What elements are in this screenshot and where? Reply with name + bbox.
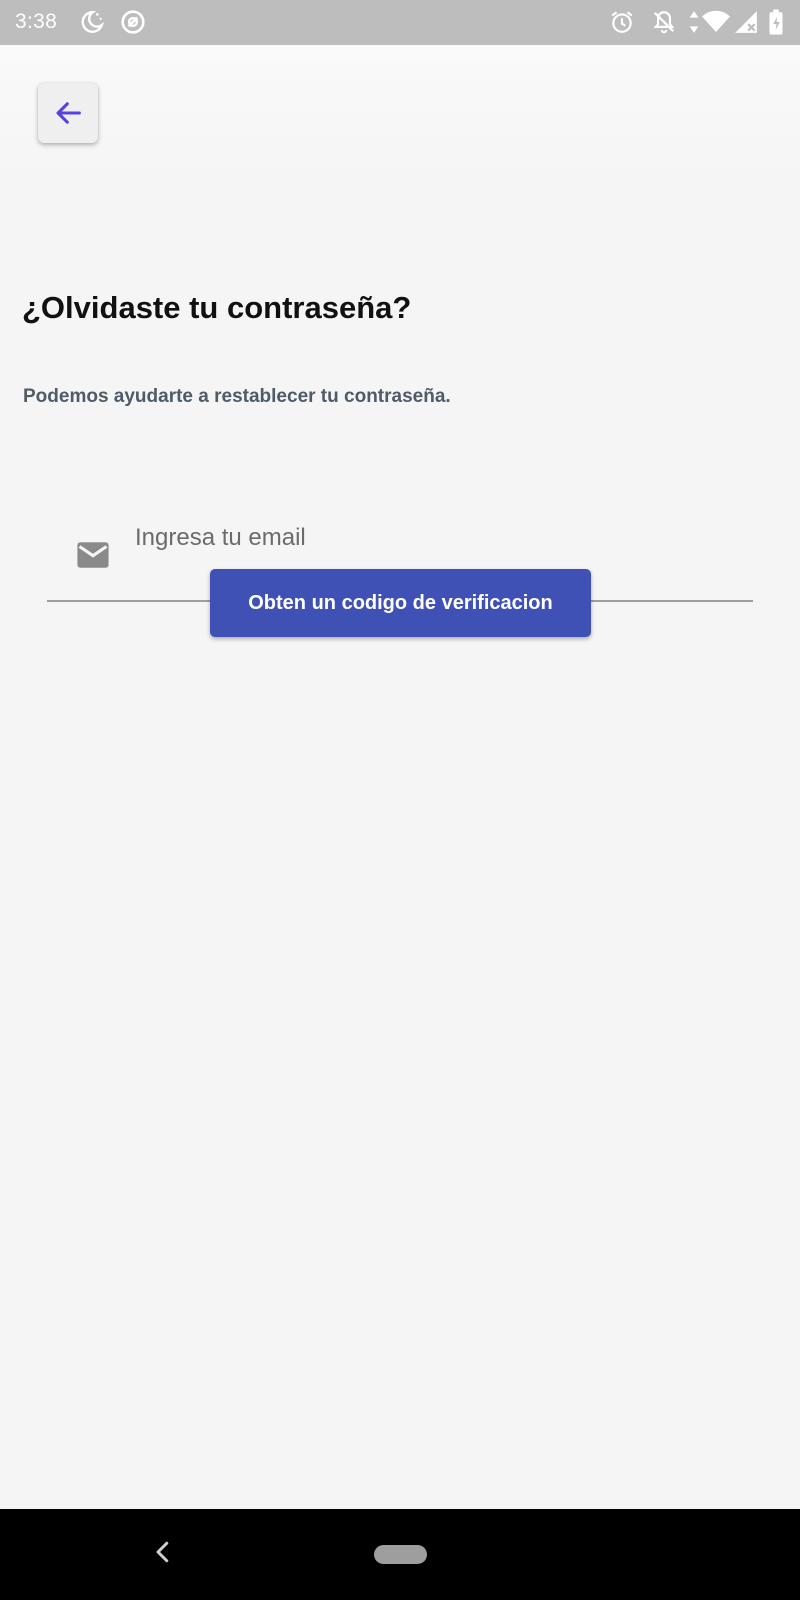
page-title: ¿Olvidaste tu contraseña? xyxy=(22,290,412,325)
notifications-off-icon xyxy=(651,9,677,35)
cell-signal-icon xyxy=(733,9,759,35)
nav-home-pill[interactable] xyxy=(374,1545,427,1564)
battery-charging-icon xyxy=(767,9,785,35)
arrow-left-icon xyxy=(51,96,85,130)
at-sign-icon xyxy=(120,9,146,35)
page-subtitle: Podemos ayudarte a restablecer tu contra… xyxy=(23,386,451,407)
get-verification-code-button[interactable]: Obten un codigo de verificacion xyxy=(210,569,591,637)
wifi-icon xyxy=(701,9,731,35)
navigation-bar xyxy=(0,1509,800,1600)
alarm-clock-icon xyxy=(609,9,635,35)
email-input[interactable] xyxy=(135,518,735,558)
nav-back-icon[interactable] xyxy=(148,1537,178,1567)
data-arrows-icon xyxy=(686,9,702,35)
status-bar: 3:38 xyxy=(0,0,800,45)
do-not-disturb-moon-icon xyxy=(79,9,105,35)
mail-icon xyxy=(76,540,110,570)
status-time: 3:38 xyxy=(15,10,58,33)
back-button[interactable] xyxy=(38,83,98,143)
forgot-password-screen: ¿Olvidaste tu contraseña? Podemos ayudar… xyxy=(0,45,800,1509)
